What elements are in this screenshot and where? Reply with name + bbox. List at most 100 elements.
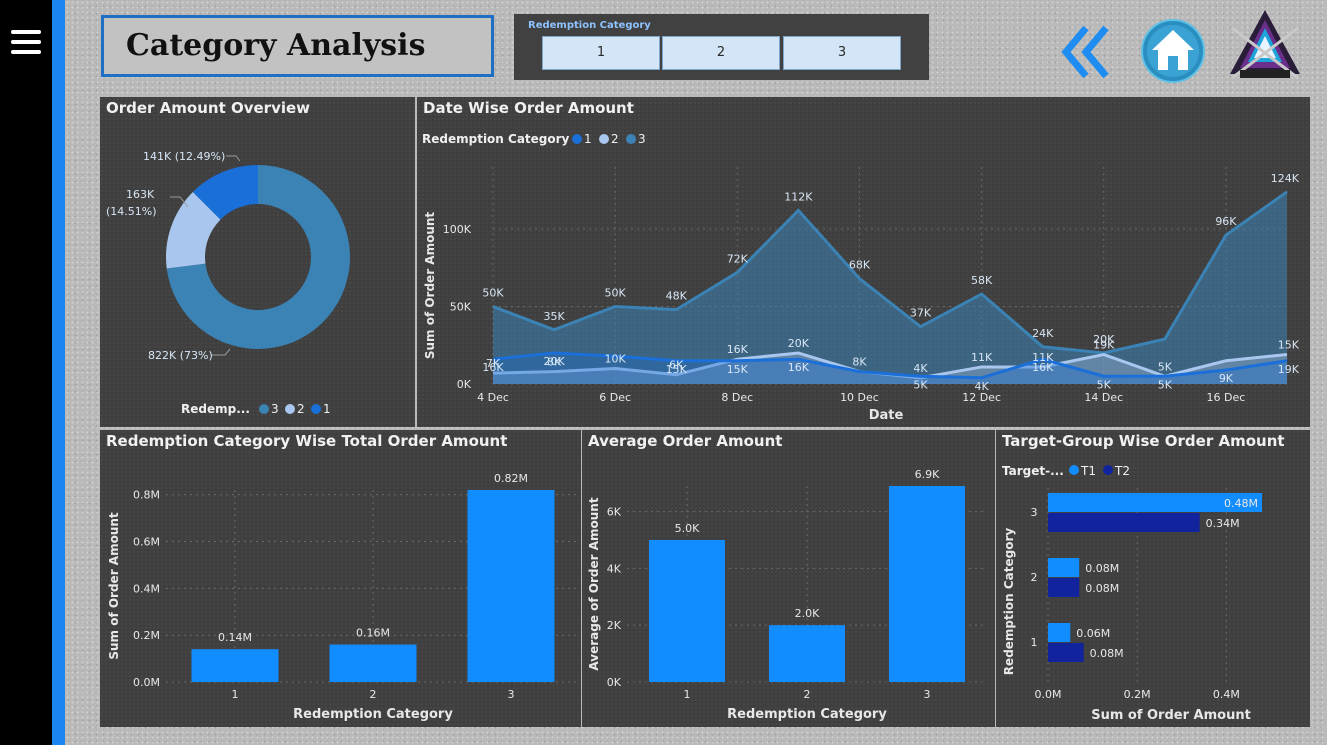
bar-xtick-2: 2 xyxy=(804,688,811,701)
area-xtick: 8 Dec xyxy=(721,391,753,404)
bar-2 xyxy=(769,625,845,682)
hbar-data-label-T2-2: 0.08M xyxy=(1085,582,1119,595)
slicer-option-3[interactable]: 3 xyxy=(783,36,901,70)
donut-leader-1 xyxy=(226,155,241,162)
area-data-label-3: 37K xyxy=(910,307,932,320)
area-data-label-1: 19K xyxy=(1278,363,1300,376)
donut-legend-title: Redemp... xyxy=(181,402,250,416)
hbar-data-label-T2-3: 0.34M xyxy=(1206,517,1240,530)
sidebar-accent-stripe xyxy=(52,0,65,745)
bar-3 xyxy=(889,486,965,682)
hbar-ytick-1: 1 xyxy=(1031,636,1038,649)
slicer-option-1[interactable]: 1 xyxy=(542,36,660,70)
hbar-legend-marker-T2 xyxy=(1103,465,1113,475)
bar-1 xyxy=(191,649,279,682)
area-xtick: 6 Dec xyxy=(599,391,631,404)
area-data-label-3: 124K xyxy=(1271,172,1300,185)
area-data-label-3: 112K xyxy=(784,190,813,203)
area-xtick: 16 Dec xyxy=(1207,391,1246,404)
area-legend-marker-1 xyxy=(572,134,582,144)
hbar-chart-target-group: Target-... T1 T2 0.0M 0.2M 0.4M 3 0.48M 0.34M 2 0.… xyxy=(1002,464,1262,723)
donut-legend-label-1: 1 xyxy=(323,402,331,416)
area-data-label-3: 35K xyxy=(543,310,565,323)
redemption-total-panel: Redemption Category Wise Total Order Amo… xyxy=(100,430,581,727)
bar-ytick: 4K xyxy=(607,562,622,575)
area-data-label-2: 5K xyxy=(1158,360,1173,373)
slicer-label: Redemption Category xyxy=(528,20,651,31)
hamburger-menu-icon[interactable] xyxy=(11,30,41,54)
donut-label-2b: (14.51%) xyxy=(106,205,157,218)
area-ylabel: Sum of Order Amount xyxy=(423,212,437,360)
bar-xlabel: Redemption Category xyxy=(293,707,453,722)
bar-ytick: 0.6M xyxy=(133,536,160,549)
area-data-label-1: 5K xyxy=(1158,378,1173,391)
donut-leader-3 xyxy=(212,348,231,356)
area-data-label-1: 16K xyxy=(788,361,810,374)
area-data-label-3: 50K xyxy=(605,287,627,300)
area-data-label-1: 15K xyxy=(727,363,749,376)
bar-chart-average: 0K 2K 4K 6K 5.0K 1 2.0K 2 6.9K 3 Redemption Catego… xyxy=(587,468,987,722)
area-data-label-2: 11K xyxy=(971,351,993,364)
donut-label-3: 822K (73%) xyxy=(148,349,213,362)
donut-legend-label-3: 3 xyxy=(271,402,279,416)
donut-legend-marker-2 xyxy=(285,404,295,414)
area-xtick: 10 Dec xyxy=(840,391,879,404)
area-legend-label-2: 2 xyxy=(611,132,619,146)
bar-ytick: 6K xyxy=(607,506,622,519)
target-group-panel: Target-Group Wise Order Amount Target-..… xyxy=(996,430,1310,727)
area-xtick: 4 Dec xyxy=(477,391,509,404)
home-icon[interactable] xyxy=(1140,18,1206,84)
area-data-label-1: 20K xyxy=(543,355,565,368)
area-xtick: 12 Dec xyxy=(962,391,1001,404)
hbar-legend-label-T1: T1 xyxy=(1080,464,1096,478)
area-data-label-3: 24K xyxy=(1032,327,1054,340)
hbar-data-label-T1-1: 0.06M xyxy=(1076,627,1110,640)
area-data-label-3: 68K xyxy=(849,259,871,272)
hbar-bar-T1-2 xyxy=(1048,558,1080,577)
brand-logo xyxy=(1230,10,1300,80)
area-data-label-2: 15K xyxy=(1278,339,1300,352)
area-data-label-2: 20K xyxy=(788,337,810,350)
area-data-label-1: 16K xyxy=(482,361,504,374)
redemption-category-slicer: Redemption Category 1 2 3 xyxy=(514,14,929,80)
hbar-data-label-T1-3: 0.48M xyxy=(1224,497,1258,510)
area-legend-label-3: 3 xyxy=(638,132,646,146)
area-legend-title: Redemption Category xyxy=(422,132,570,146)
bar-ytick: 0.2M xyxy=(133,629,160,642)
area-xlabel: Date xyxy=(869,408,904,423)
bar-xtick-3: 3 xyxy=(508,688,515,701)
area-data-label-3: 72K xyxy=(727,252,749,265)
area-data-label-2: 10K xyxy=(605,353,627,366)
double-chevron-left-icon[interactable] xyxy=(1056,22,1116,82)
hbar-legend-label-T2: T2 xyxy=(1114,464,1130,478)
bar-data-label-3: 6.9K xyxy=(915,468,940,481)
area-data-label-3: 48K xyxy=(666,290,688,303)
donut-label-2a: 163K xyxy=(126,188,155,201)
hbar-bar-T2-2 xyxy=(1048,578,1080,597)
area-data-label-3: 50K xyxy=(482,287,504,300)
page-title-box: Category Analysis xyxy=(101,15,494,77)
donut-chart: 822K (73%) 163K (14.51%) 141K (12.49%) Redem… xyxy=(106,150,350,416)
area-legend-label-1: 1 xyxy=(584,132,592,146)
hbar-ytick-2: 2 xyxy=(1031,571,1038,584)
bar-ylabel: Sum of Order Amount xyxy=(107,512,121,660)
hbar-ylabel: Redemption Category xyxy=(1002,528,1016,676)
area-data-label-2: 16K xyxy=(727,343,749,356)
area-data-label-2: 8K xyxy=(852,356,867,369)
hbar-bar-T2-1 xyxy=(1048,643,1084,662)
bar-2 xyxy=(329,644,417,682)
bar-data-label-2: 0.16M xyxy=(356,627,390,640)
bar-ytick: 0K xyxy=(607,676,622,689)
order-amount-overview-panel: Order Amount Overview 822K (73%) 163K (14.… xyxy=(100,97,415,427)
bar-data-label-2: 2.0K xyxy=(795,607,820,620)
sidebar xyxy=(0,0,52,745)
area-data-label-2: 4K xyxy=(913,362,928,375)
hbar-legend-title: Target-... xyxy=(1002,464,1064,478)
hbar-data-label-T1-2: 0.08M xyxy=(1085,562,1119,575)
bar-chart-total: 0.0M 0.2M 0.4M 0.6M 0.8M 0.14M 1 0.16M 2 0.82M 3 Re… xyxy=(107,472,580,722)
slicer-option-2[interactable]: 2 xyxy=(662,36,780,70)
area-data-label-1: 9K xyxy=(1219,372,1234,385)
area-data-label-3: 58K xyxy=(971,274,993,287)
area-ytick: 0K xyxy=(457,378,472,391)
hbar-legend-marker-T1 xyxy=(1069,465,1079,475)
